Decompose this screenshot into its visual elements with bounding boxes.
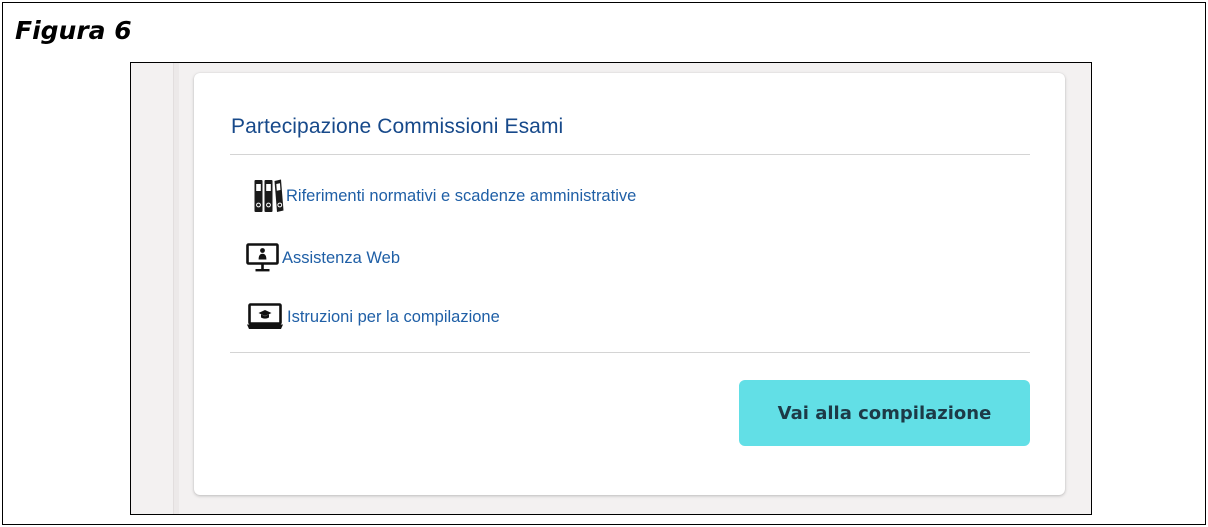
card-title: Partecipazione Commissioni Esami	[231, 115, 564, 138]
link-label: Riferimenti normativi e scadenze amminis…	[286, 186, 637, 205]
side-rail	[173, 63, 179, 514]
binders-icon	[254, 179, 284, 213]
link-istruzioni-compilazione[interactable]: Istruzioni per la compilazione	[246, 303, 500, 331]
top-divider	[230, 154, 1030, 155]
figure-title: Figura 6	[15, 16, 132, 45]
link-riferimenti-normativi[interactable]: Riferimenti normativi e scadenze amminis…	[254, 179, 636, 213]
bottom-divider	[230, 352, 1030, 353]
link-label: Assistenza Web	[282, 248, 400, 267]
screenshot-frame: Partecipazione Commissioni Esami Riferim…	[130, 62, 1092, 515]
exam-commission-card: Partecipazione Commissioni Esami Riferim…	[194, 73, 1065, 495]
figure-frame: Figura 6 Partecipazione Commissioni Esam…	[2, 2, 1206, 525]
monitor-user-icon	[246, 243, 280, 273]
link-label: Istruzioni per la compilazione	[287, 307, 500, 326]
vai-alla-compilazione-button[interactable]: Vai alla compilazione	[739, 380, 1030, 446]
laptop-graduation-icon	[246, 303, 284, 331]
link-assistenza-web[interactable]: Assistenza Web	[246, 243, 400, 273]
